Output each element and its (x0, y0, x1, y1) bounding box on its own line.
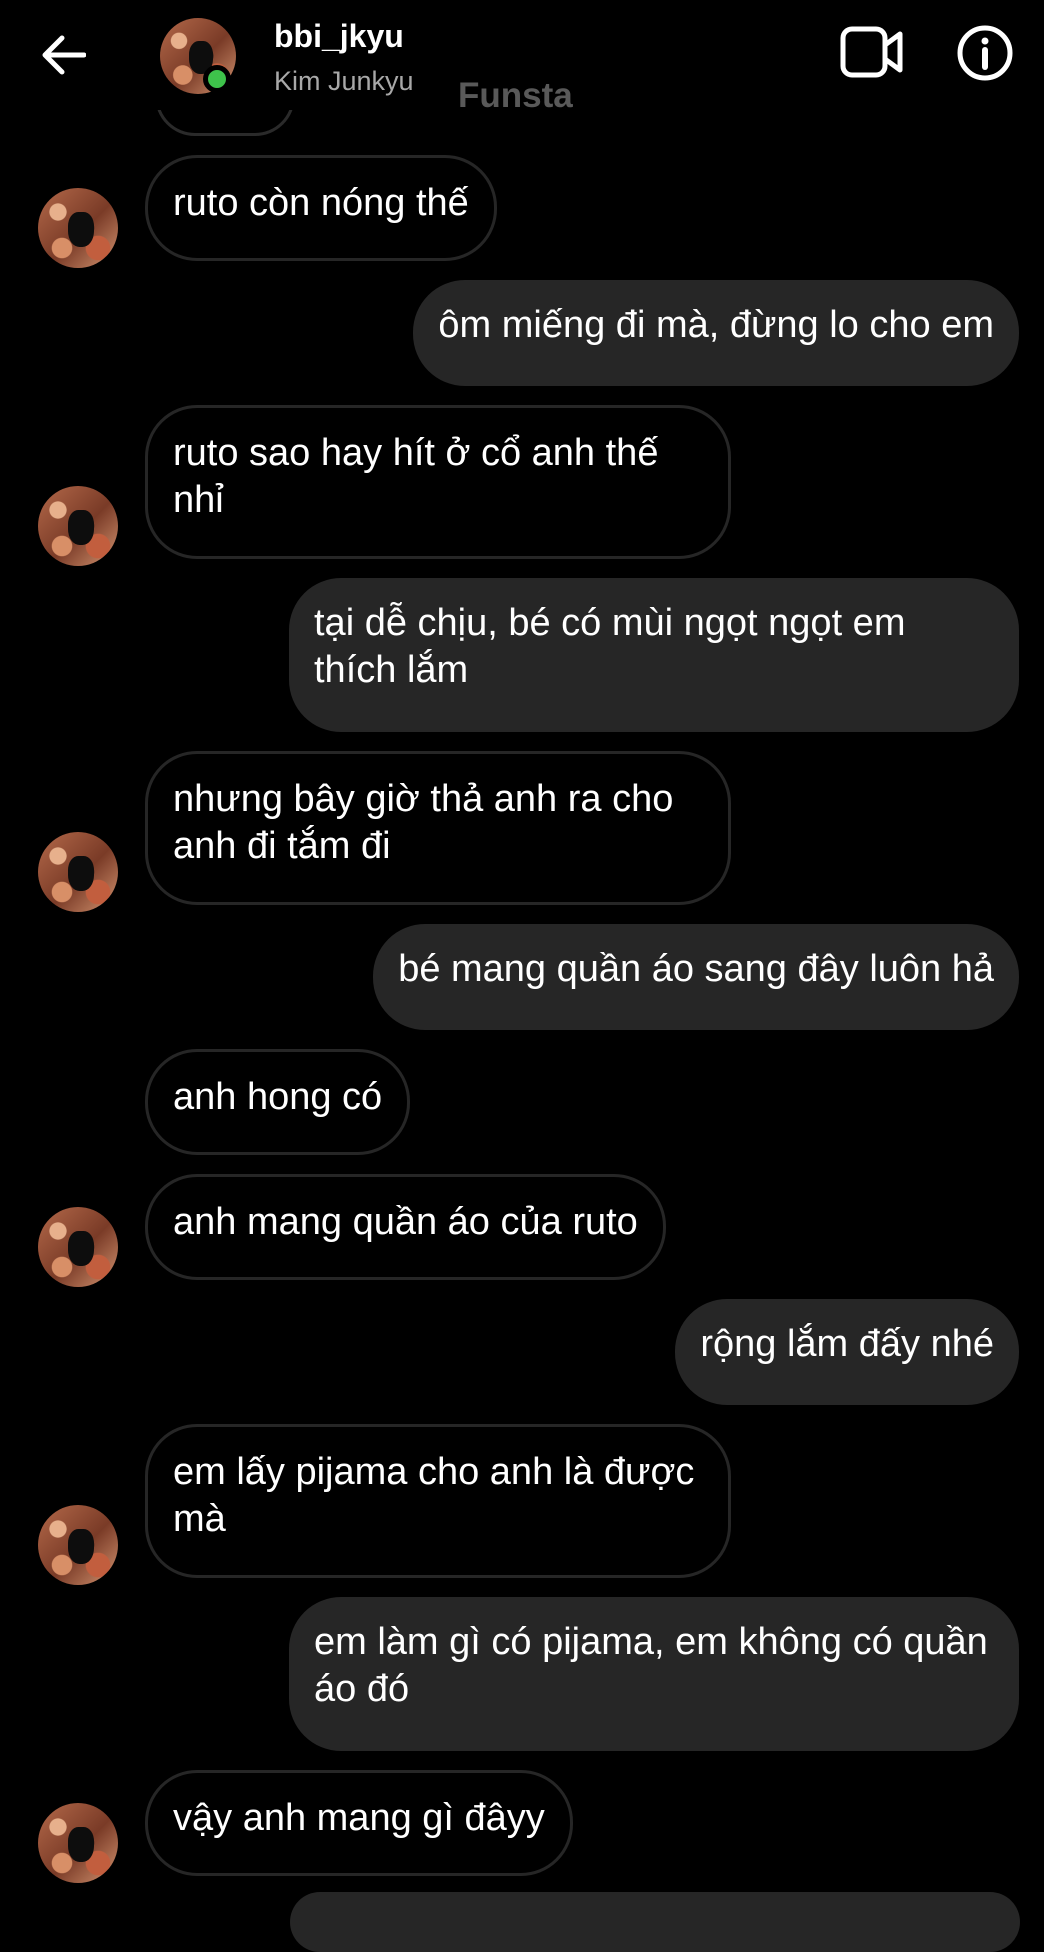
watermark-text: Funsta (458, 76, 573, 115)
back-button[interactable] (38, 30, 88, 80)
outgoing-message[interactable]: tại dễ chịu, bé có mùi ngọt ngọt em thíc… (289, 578, 1019, 732)
incoming-message[interactable]: em lấy pijama cho anh là được mà (145, 1424, 731, 1578)
incoming-message[interactable]: ruto còn nóng thế (145, 155, 497, 261)
online-status-dot (203, 65, 231, 93)
chat-fullname: Kim Junkyu (274, 66, 414, 96)
sender-avatar[interactable] (38, 1803, 118, 1883)
video-call-button[interactable] (840, 24, 904, 80)
sender-avatar[interactable] (38, 832, 118, 912)
chat-header: bbi_jkyu Kim Junkyu Funsta (0, 0, 1044, 115)
partial-outgoing-message (290, 1892, 1020, 1952)
outgoing-message[interactable]: ôm miếng đi mà, đừng lo cho em (413, 280, 1019, 386)
incoming-message[interactable]: nhưng bây giờ thả anh ra cho anh đi tắm … (145, 751, 731, 905)
info-button[interactable] (956, 24, 1014, 82)
incoming-message[interactable]: vậy anh mang gì đâyy (145, 1770, 573, 1876)
arrow-left-icon (42, 35, 86, 75)
incoming-message[interactable]: anh mang quần áo của ruto (145, 1174, 666, 1280)
outgoing-message[interactable]: bé mang quần áo sang đây luôn hả (373, 924, 1019, 1030)
sender-avatar[interactable] (38, 1505, 118, 1585)
incoming-message[interactable]: ruto sao hay hít ở cổ anh thế nhỉ (145, 405, 731, 559)
sender-avatar[interactable] (38, 188, 118, 268)
video-camera-icon (840, 26, 903, 78)
chat-username[interactable]: bbi_jkyu (274, 18, 404, 55)
incoming-message[interactable]: anh hong có (145, 1049, 411, 1155)
sender-avatar[interactable] (38, 486, 118, 566)
sender-avatar[interactable] (38, 1207, 118, 1287)
outgoing-message[interactable]: rộng lắm đấy nhé (675, 1299, 1019, 1405)
outgoing-message[interactable]: em làm gì có pijama, em không có quần áo… (289, 1597, 1019, 1751)
info-circle-icon (957, 25, 1013, 81)
